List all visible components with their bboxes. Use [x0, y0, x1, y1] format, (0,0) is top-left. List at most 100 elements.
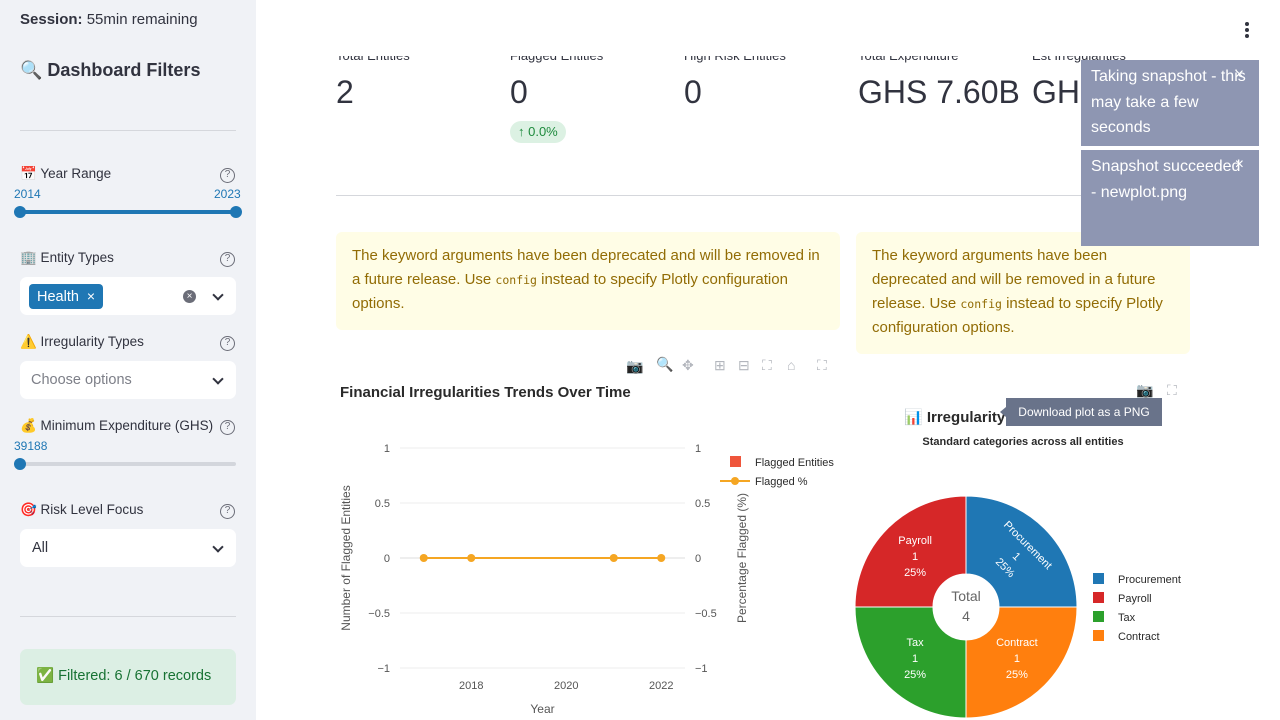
- warning-code: config: [960, 297, 1002, 311]
- pie-slice-contract: [965, 606, 1078, 719]
- x-tick-label: 2020: [554, 680, 578, 692]
- pie-slice-percent: 25%: [904, 669, 926, 681]
- legend-label: Contract: [1118, 631, 1160, 643]
- year-range-fill: [20, 210, 236, 214]
- year-range-min: 2014: [14, 187, 41, 201]
- chevron-down-icon[interactable]: [212, 373, 224, 385]
- y2-tick-label: 1: [695, 443, 701, 455]
- toast-text: Snapshot succeeded - newplot.png: [1091, 158, 1241, 201]
- zoom-out-icon[interactable]: ⊟: [738, 357, 750, 374]
- chevron-down-icon[interactable]: [212, 289, 224, 301]
- risk-level-value: All: [32, 540, 49, 556]
- help-icon[interactable]: ?: [220, 168, 235, 183]
- pie-slice-percent: 25%: [904, 567, 926, 579]
- camera-icon[interactable]: 📷: [1136, 382, 1153, 399]
- home-icon[interactable]: ⌂: [787, 357, 795, 373]
- help-icon[interactable]: ?: [220, 336, 235, 351]
- metric-value: 0: [510, 74, 528, 110]
- y-tick-label: −0.5: [368, 608, 390, 620]
- pie-slice-label: Payroll: [898, 535, 932, 547]
- legend-label: Tax: [1118, 612, 1136, 624]
- pie-slice-payroll: [854, 495, 967, 608]
- camera-icon[interactable]: 📷: [626, 358, 643, 375]
- risk-level-label: 🎯 Risk Level Focus: [20, 502, 144, 517]
- x-tick-label: 2018: [459, 680, 483, 692]
- help-icon[interactable]: ?: [220, 252, 235, 267]
- legend-label: Flagged Entities: [755, 457, 834, 469]
- entity-types-label: 🏢 Entity Types: [20, 250, 114, 265]
- pie-center-value: 4: [962, 608, 970, 624]
- remove-tag-icon[interactable]: ×: [87, 288, 95, 304]
- help-icon[interactable]: ?: [220, 420, 235, 435]
- y2-axis-title: Percentage Flagged (%): [735, 493, 749, 623]
- fullscreen-icon[interactable]: ⛶: [817, 357, 827, 374]
- chevron-down-icon[interactable]: [212, 541, 224, 553]
- pan-icon[interactable]: ✥: [682, 357, 694, 374]
- x-axis-title: Year: [530, 702, 554, 716]
- deprecation-warning: The keyword arguments have been deprecat…: [856, 232, 1190, 354]
- pie-center-label: Total: [951, 588, 981, 604]
- flagged-pct-point: [609, 554, 618, 562]
- legend-label: Flagged %: [755, 476, 808, 488]
- year-range-min-handle[interactable]: [14, 206, 26, 218]
- min-expenditure-label: 💰 Minimum Expenditure (GHS): [20, 418, 214, 433]
- legend-swatch-tax: [1093, 611, 1104, 622]
- sidebar-title: 🔍 Dashboard Filters: [20, 60, 201, 80]
- entity-types-multiselect[interactable]: Health × ×: [20, 277, 236, 315]
- flagged-pct-point: [467, 554, 476, 562]
- clear-all-icon[interactable]: ×: [183, 290, 196, 303]
- help-icon[interactable]: ?: [220, 504, 235, 519]
- metric-label: Total Expenditure: [858, 48, 959, 63]
- flagged-pct-point: [419, 554, 428, 562]
- zoom-icon[interactable]: 🔍: [656, 356, 673, 373]
- zoom-in-icon[interactable]: ⊞: [714, 357, 726, 374]
- close-icon[interactable]: ×: [1235, 152, 1244, 178]
- risk-level-select[interactable]: All: [20, 529, 236, 567]
- metric-delta-badge: ↑ 0.0%: [510, 121, 566, 143]
- pie-slice-value: 1: [912, 653, 918, 665]
- session-label: Session:: [20, 11, 83, 28]
- metric-value: 2: [336, 74, 354, 110]
- legend-swatch-contract: [1093, 630, 1104, 641]
- toast-text: Taking snapshot - this may take a few se…: [1091, 68, 1246, 136]
- fullscreen-icon[interactable]: ⛶: [1167, 382, 1177, 399]
- line-chart: 1 1 0.5 0.5 0 0 −0.5 −0.5 −1 −1 2018 2020 2022 Year Nu…: [339, 443, 834, 716]
- x-tick-label: 2022: [649, 680, 673, 692]
- metric-label: Flagged Entities: [510, 48, 604, 63]
- y2-tick-label: 0.5: [695, 498, 710, 510]
- section-divider: [336, 195, 1189, 196]
- toast-notification: Snapshot succeeded - newplot.png ×: [1081, 150, 1259, 246]
- pie-slice-procurement: [965, 495, 1078, 608]
- irregularity-types-label: ⚠️ Irregularity Types: [20, 334, 144, 349]
- pie-chart-subtitle: Standard categories across all entities: [922, 436, 1124, 448]
- year-range-label: 📅 Year Range: [20, 166, 112, 181]
- y2-tick-label: −1: [695, 663, 708, 675]
- irregularity-types-multiselect[interactable]: Choose options: [20, 361, 236, 399]
- close-icon[interactable]: ×: [1235, 62, 1244, 88]
- pie-slice-label: Tax: [907, 637, 925, 649]
- legend-swatch-flagged-entities: [730, 456, 741, 467]
- legend-swatch-marker: [731, 477, 739, 485]
- metric-value: GHS 7.60B: [858, 74, 1020, 110]
- min-expenditure-handle[interactable]: [14, 458, 26, 470]
- pie-slice-value: 1: [912, 551, 918, 563]
- entity-tag-label: Health: [37, 289, 79, 305]
- pie-chart-title: 📊 Irregularity: [904, 409, 1006, 426]
- year-range-max-handle[interactable]: [230, 206, 242, 218]
- autoscale-icon[interactable]: ⛶: [762, 357, 772, 374]
- legend-swatch-payroll: [1093, 592, 1104, 603]
- pie-chart: Procurement 1 25% Contract 1 25% Tax 1 25% Payrol…: [854, 495, 1181, 719]
- sidebar-divider: [20, 130, 236, 131]
- warning-code: config: [495, 273, 537, 287]
- pie-slice-value: 1: [1014, 653, 1020, 665]
- kebab-menu-icon[interactable]: [1245, 22, 1249, 40]
- pie-slice-percent: 25%: [1006, 669, 1028, 681]
- y-axis-title: Number of Flagged Entities: [339, 485, 353, 630]
- toast-notification: Taking snapshot - this may take a few se…: [1081, 60, 1259, 146]
- y2-tick-label: −0.5: [695, 608, 717, 620]
- irregularity-types-placeholder: Choose options: [31, 372, 132, 388]
- sidebar: Session: 55min remaining 🔍 Dashboard Fil…: [0, 0, 256, 720]
- min-expenditure-value: 39188: [14, 439, 48, 453]
- legend-label: Payroll: [1118, 593, 1152, 605]
- metric-value: 0: [684, 74, 702, 110]
